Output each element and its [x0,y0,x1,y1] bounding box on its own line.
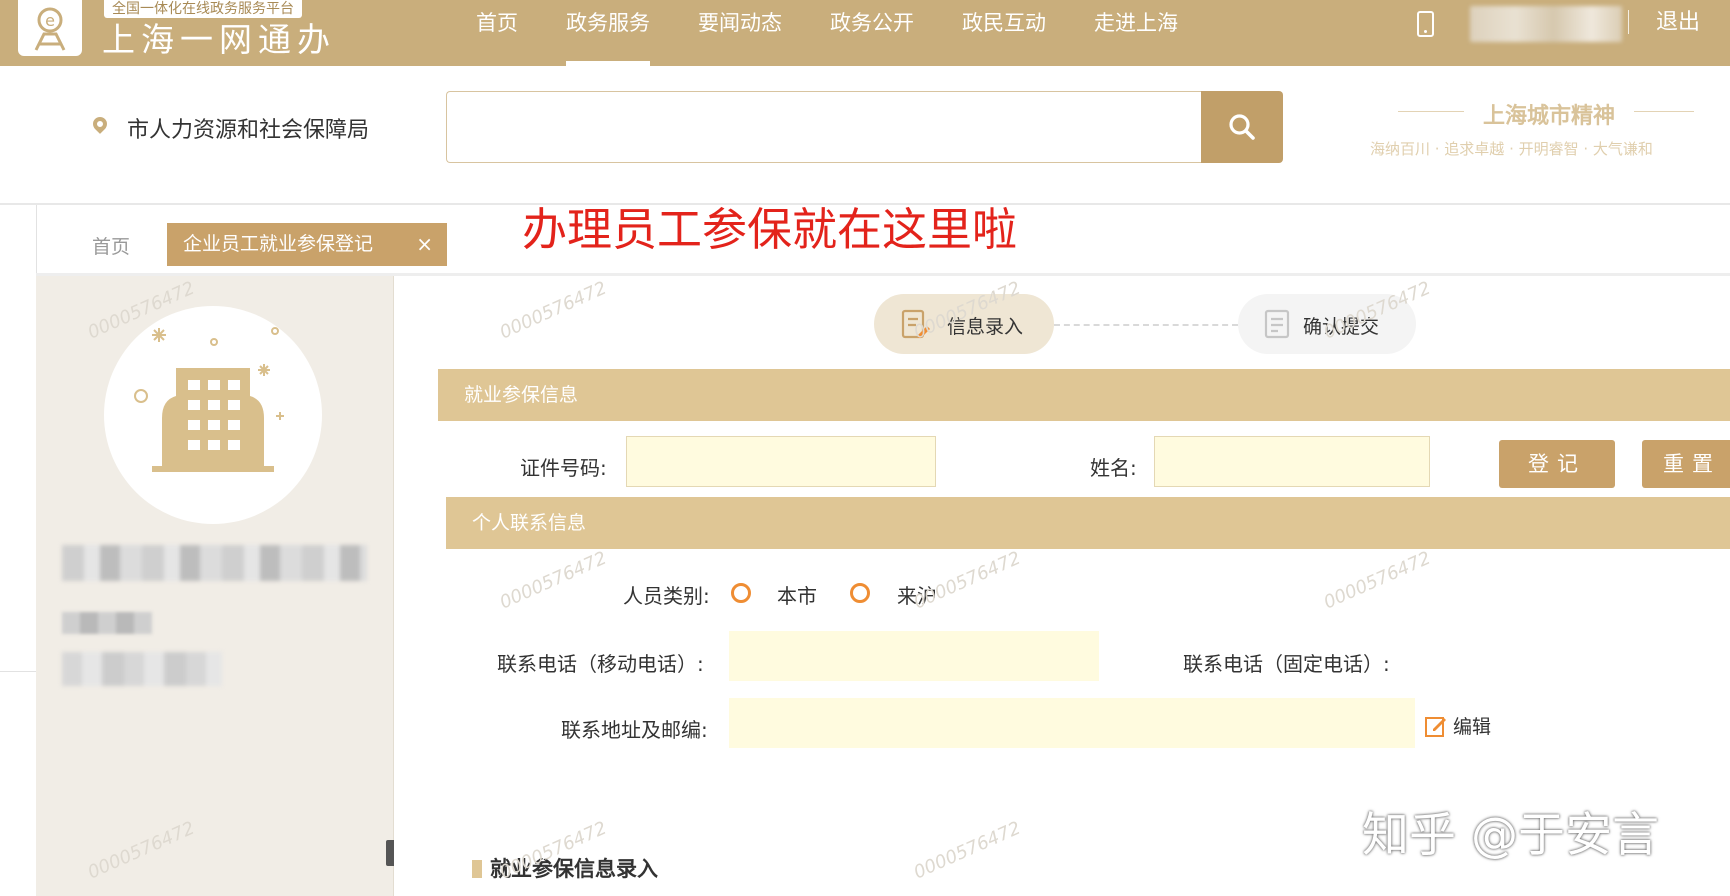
id-number-label: 证件号码: [520,456,607,480]
user-name-redacted[interactable] [1470,6,1622,42]
name-label: 姓名: [1090,456,1137,480]
watermark: 0000576472 [496,277,610,344]
section-header-employment-insurance: 就业参保信息 [438,369,1730,421]
watermark: 0000576472 [1320,547,1434,614]
search-button[interactable] [1201,91,1283,163]
logo-icon[interactable]: e [18,0,82,56]
watermark: 0000576472 [910,817,1024,884]
logo-subtitle: 全国一体化在线政务服务平台 [104,0,302,18]
enterprise-info-redacted [62,612,152,634]
enterprise-code-redacted [62,652,222,686]
annotation-text: 办理员工参保就在这里啦 [522,203,1018,256]
mobile-phone-field[interactable] [729,631,1099,681]
main-nav: 首页 政务服务 要闻动态 政务公开 政民互动 走进上海 [452,0,1202,66]
radio-nonlocal[interactable] [850,583,870,603]
nav-item-interaction[interactable]: 政民互动 [938,0,1070,66]
name-field[interactable] [1154,436,1430,487]
edit-icon [1425,716,1446,737]
department-location[interactable]: 市人力资源和社会保障局 [127,112,369,144]
building-icon [134,327,284,472]
reset-button[interactable]: 重置 [1642,440,1730,488]
decorative-line [1634,111,1694,112]
divider [1628,10,1629,34]
location-pin-icon [90,114,110,134]
divider [0,671,36,672]
close-icon[interactable]: × [416,223,433,266]
search-input[interactable] [446,91,1204,163]
edit-label: 编辑 [1453,716,1492,738]
top-navigation-bar: e 全国一体化在线政务服务平台 上海一网通办 首页 政务服务 要闻动态 政务公开… [0,0,1730,66]
attribution-watermark: 知乎 @于安言 [1362,808,1659,863]
address-postcode-label: 联系地址及邮编: [561,718,708,742]
divider [36,205,37,273]
step-connector [1054,324,1238,326]
nav-item-gov-services[interactable]: 政务服务 [542,0,674,66]
logo-title[interactable]: 上海一网通办 [102,20,336,60]
section-header-personal-contact: 个人联系信息 [446,497,1730,549]
nav-item-news[interactable]: 要闻动态 [674,0,806,66]
collapse-sidebar-handle[interactable] [386,840,394,866]
enterprise-name-redacted [62,545,367,581]
city-spirit-motto: 海纳百川 · 追求卓越 · 开明睿智 · 大气谦和 [1370,140,1653,158]
tab-home[interactable]: 首页 [92,232,130,259]
option-local-label[interactable]: 本市 [777,580,817,609]
nav-item-home[interactable]: 首页 [452,0,542,66]
logout-link[interactable]: 退出 [1656,8,1700,38]
nav-item-gov-open[interactable]: 政务公开 [806,0,938,66]
person-type-label: 人员类别: [623,584,710,608]
nav-item-about-shanghai[interactable]: 走进上海 [1070,0,1202,66]
city-spirit-title: 上海城市精神 [1482,104,1615,129]
landline-phone-label: 联系电话（固定电话）: [1183,652,1390,676]
watermark: 0000576472 [496,547,610,614]
address-field[interactable] [729,698,1415,748]
edit-address-link[interactable]: 编辑 [1424,712,1491,739]
radio-local[interactable] [731,583,751,603]
tab-employee-insurance-registration[interactable]: 企业员工就业参保登记 × [167,223,447,266]
search-icon [1229,114,1255,140]
left-gutter [0,276,36,896]
document-icon [1264,309,1290,339]
mobile-phone-icon[interactable] [1417,11,1434,37]
avatar [104,306,322,524]
decorative-line [1398,111,1464,112]
svg-text:e: e [45,11,55,30]
mobile-phone-label: 联系电话（移动电话）: [497,652,704,676]
register-button[interactable]: 登记 [1499,440,1615,488]
id-number-field[interactable] [626,436,936,487]
tab-label: 企业员工就业参保登记 [183,233,374,255]
